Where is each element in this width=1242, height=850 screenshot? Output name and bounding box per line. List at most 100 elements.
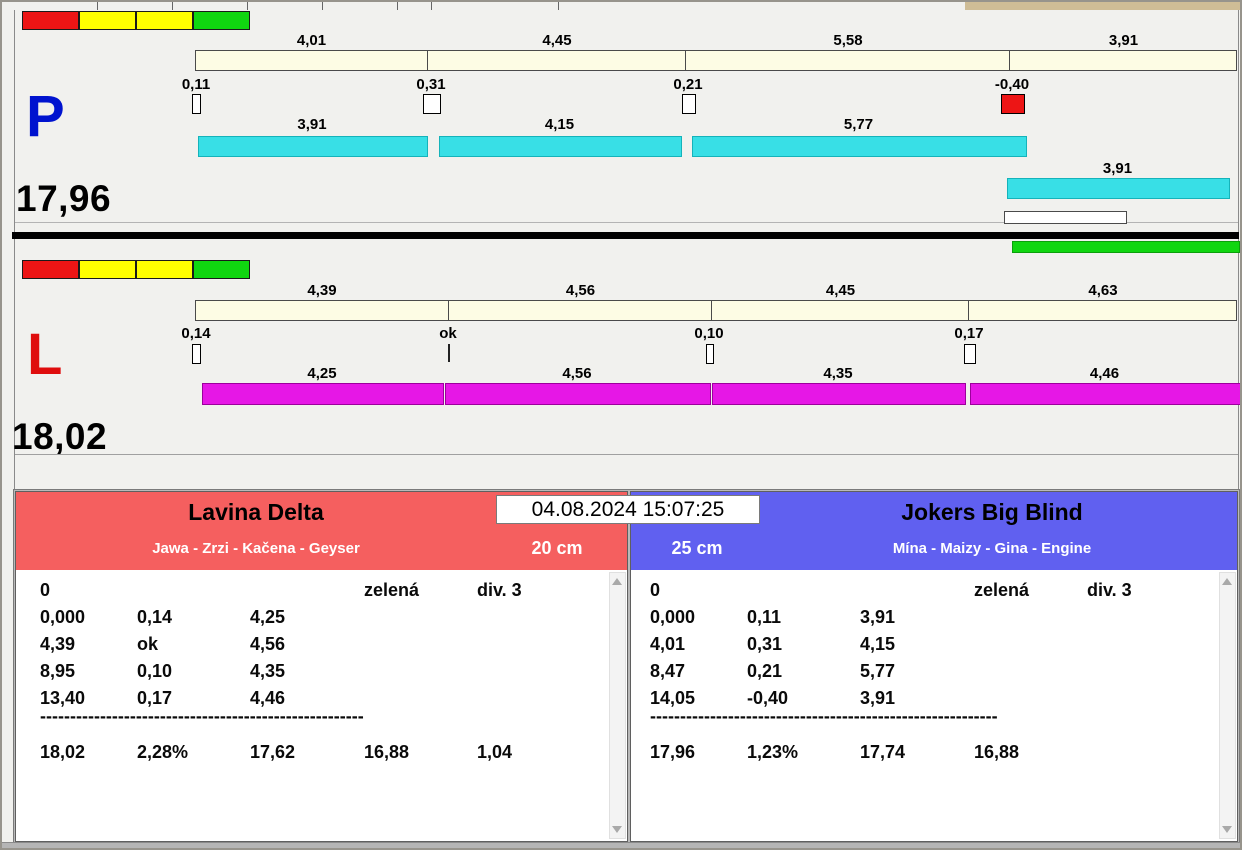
scroll-up-icon[interactable] bbox=[1222, 578, 1232, 585]
split-time-label: 4,56 bbox=[565, 282, 596, 299]
split-divider bbox=[448, 301, 449, 320]
reaction-marker bbox=[682, 94, 696, 114]
split-time-label: 4,63 bbox=[1088, 282, 1118, 299]
leg-time-label: 5,77 bbox=[843, 116, 874, 133]
ruler-tick bbox=[247, 2, 248, 10]
divider-line-thin bbox=[15, 454, 1238, 455]
split-bar-p bbox=[195, 50, 1237, 71]
result-cell: 0,000 bbox=[650, 607, 696, 627]
leg-bar bbox=[1007, 178, 1230, 199]
yellow-light-icon bbox=[79, 260, 136, 279]
datetime-display: 04.08.2024 15:07:25 bbox=[496, 495, 760, 524]
result-cell: 1,23% bbox=[747, 742, 799, 762]
yellow-light-icon bbox=[79, 11, 136, 30]
ok-tick-marker bbox=[448, 344, 450, 362]
leg-bar bbox=[712, 383, 966, 405]
desktop-strip bbox=[965, 2, 1240, 10]
ruler-tick bbox=[397, 2, 398, 10]
leg-time-label: 4,46 bbox=[1089, 365, 1120, 382]
ruler-tick bbox=[431, 2, 432, 10]
reaction-time-label: ok bbox=[439, 325, 457, 342]
empty-bar bbox=[1004, 211, 1127, 224]
start-lights-p bbox=[22, 11, 250, 30]
reaction-time-label: 0,31 bbox=[416, 76, 446, 93]
right-table-scrollbar[interactable] bbox=[1219, 572, 1236, 839]
leg-time-label: 4,35 bbox=[823, 365, 853, 382]
leg-time-label: 3,91 bbox=[1102, 160, 1133, 177]
result-cell: 3,91 bbox=[860, 607, 896, 627]
false-start-marker bbox=[1001, 94, 1025, 114]
result-cell: 0,21 bbox=[747, 661, 783, 681]
status-strip bbox=[2, 842, 1240, 848]
team-dogs-right: Mína - Maizy - Gina - Engine bbox=[892, 540, 1092, 557]
ruler-tick bbox=[97, 2, 98, 10]
reaction-time-label: -0,40 bbox=[994, 76, 1030, 93]
split-time-label: 4,45 bbox=[825, 282, 856, 299]
result-cell: 0,31 bbox=[747, 634, 783, 654]
scroll-down-icon[interactable] bbox=[612, 826, 622, 833]
leg-bar bbox=[202, 383, 444, 405]
separator-dashes: ----------------------------------------… bbox=[650, 706, 998, 726]
team-dogs-left: Jawa - Zrzi - Kačena - Geyser bbox=[152, 540, 360, 557]
split-bar-l bbox=[195, 300, 1237, 321]
leg-bar bbox=[970, 383, 1240, 405]
timing-app-window: 4,01 4,45 5,58 3,91 0,11 0,31 0,21 -0,40… bbox=[0, 0, 1242, 850]
green-indicator-bar bbox=[1012, 241, 1240, 253]
leg-bar bbox=[439, 136, 682, 157]
reaction-marker bbox=[423, 94, 441, 114]
result-cell: 4,01 bbox=[650, 634, 686, 654]
reaction-time-label: 0,14 bbox=[181, 325, 211, 342]
reaction-time-label: 0,21 bbox=[673, 76, 703, 93]
split-divider bbox=[1009, 51, 1010, 70]
team-name-left: Lavina Delta bbox=[188, 499, 324, 525]
split-divider bbox=[711, 301, 712, 320]
lane-letter-p: P bbox=[26, 84, 65, 149]
result-cell: zelená bbox=[974, 580, 1030, 600]
result-cell: div. 3 bbox=[1087, 580, 1132, 600]
result-cell: 17,74 bbox=[860, 742, 906, 762]
result-cell: 16,88 bbox=[974, 742, 1020, 762]
start-lights-l bbox=[22, 260, 250, 279]
green-light-icon bbox=[193, 11, 250, 30]
result-cell: 5,77 bbox=[860, 661, 896, 681]
split-divider bbox=[685, 51, 686, 70]
reaction-time-label: 0,10 bbox=[694, 325, 724, 342]
split-time-label: 3,91 bbox=[1108, 32, 1139, 49]
ruler-tick bbox=[558, 2, 559, 10]
yellow-light-icon bbox=[136, 11, 193, 30]
red-light-icon bbox=[22, 260, 79, 279]
left-table-scrollbar[interactable] bbox=[609, 572, 626, 839]
leg-time-label: 4,56 bbox=[562, 365, 592, 382]
reaction-time-label: 0,17 bbox=[954, 325, 984, 342]
lane-total-p: 17,96 bbox=[16, 178, 112, 219]
team-name-right: Jokers Big Blind bbox=[901, 499, 1083, 525]
reaction-time-label: 0,11 bbox=[181, 76, 211, 93]
reaction-marker bbox=[706, 344, 714, 364]
leg-time-label: 3,91 bbox=[297, 116, 327, 133]
leg-bar bbox=[692, 136, 1027, 157]
team-height-right: 25 cm bbox=[671, 538, 723, 558]
result-cell: 0,11 bbox=[747, 607, 782, 627]
split-time-label: 4,45 bbox=[542, 32, 572, 49]
leg-bar bbox=[445, 383, 711, 405]
leg-time-label: 4,25 bbox=[307, 365, 337, 382]
reaction-marker bbox=[964, 344, 976, 364]
split-time-label: 4,39 bbox=[307, 282, 337, 299]
result-cell: 8,47 bbox=[650, 661, 686, 681]
split-time-label: 4,01 bbox=[296, 32, 327, 49]
red-light-icon bbox=[22, 11, 79, 30]
yellow-light-icon bbox=[136, 260, 193, 279]
result-cell: 17,96 bbox=[650, 742, 696, 762]
ruler-tick bbox=[322, 2, 323, 10]
reaction-marker bbox=[192, 94, 201, 114]
leg-time-label: 4,15 bbox=[544, 116, 575, 133]
green-light-icon bbox=[193, 260, 250, 279]
lane-divider bbox=[12, 232, 1239, 239]
ruler-tick bbox=[172, 2, 173, 10]
split-divider bbox=[427, 51, 428, 70]
reaction-marker bbox=[192, 344, 201, 364]
scroll-down-icon[interactable] bbox=[1222, 826, 1232, 833]
scroll-up-icon[interactable] bbox=[612, 578, 622, 585]
team-height-left: 20 cm bbox=[531, 538, 583, 558]
split-time-label: 5,58 bbox=[833, 32, 863, 49]
